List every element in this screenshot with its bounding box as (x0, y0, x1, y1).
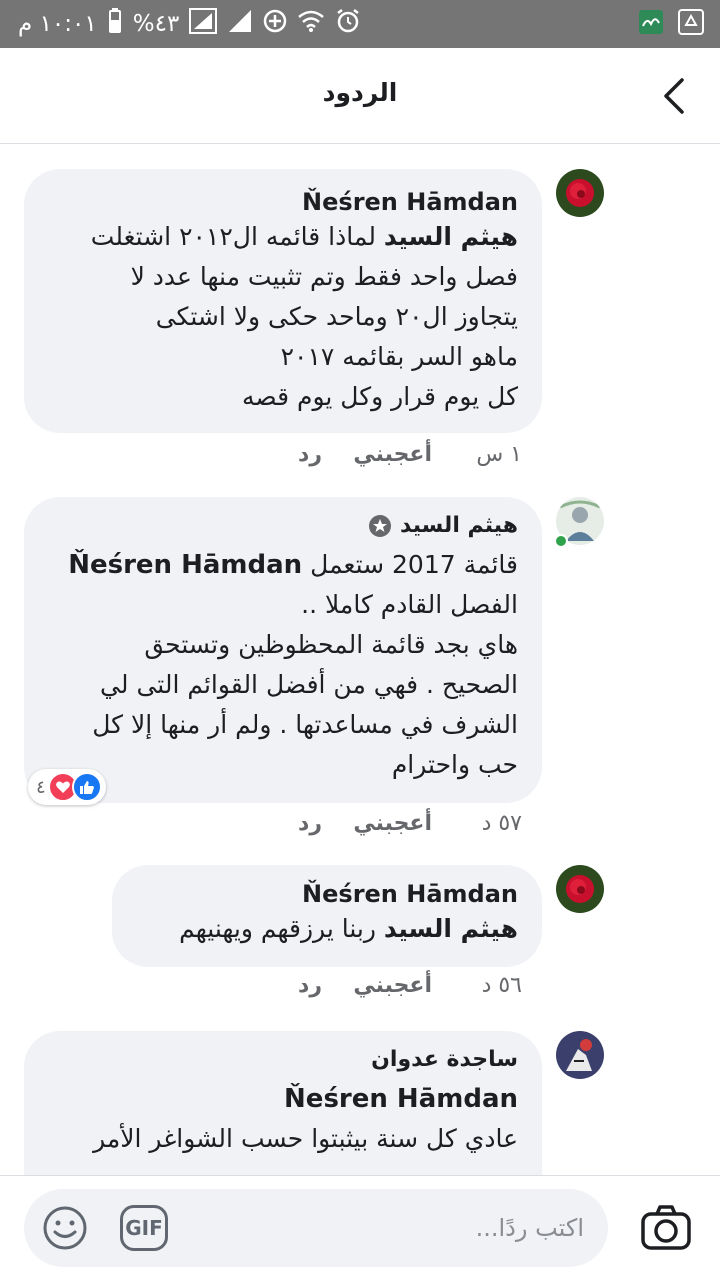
comment-text: هيثم السيد ربنا يرزقهم ويهنيهم (179, 914, 518, 943)
gif-label: GIF (125, 1216, 163, 1240)
status-bar-left: ١٠:٠١ م %٤٣ (18, 0, 361, 48)
smiley-icon (43, 1206, 87, 1250)
avatar[interactable] (556, 865, 604, 913)
mention-link[interactable]: هيثم السيد (384, 914, 518, 943)
page-title: الردود (322, 78, 398, 107)
like-button[interactable]: أعجبني (322, 811, 432, 836)
comment-bubble[interactable]: Ňeśren Hāmdan هيثم السيد لماذا قائمه ال٢… (24, 169, 542, 433)
camera-button[interactable] (640, 1202, 692, 1254)
comment-actions: ٥٧ د أعجبني رد (262, 811, 522, 836)
chevron-left-icon (664, 78, 684, 114)
battery-percent: %٤٣ (132, 11, 180, 37)
reactions-summary[interactable]: ٤ (28, 769, 106, 805)
comment-actions: ٥٦ د أعجبني رد (262, 973, 522, 998)
comment-text: قائمة 2017 ستعمل Ňeśren Hāmdan الفصل الق… (68, 550, 518, 779)
clock: ١٠:٠١ م (18, 11, 97, 37)
data-saver-icon (263, 9, 287, 39)
status-bar: ١٠:٠١ م %٤٣ (0, 0, 720, 48)
comment-author[interactable]: Ňeśren Hāmdan (136, 879, 518, 909)
like-reaction-icon (71, 772, 102, 802)
emoji-button[interactable] (42, 1205, 88, 1251)
avatar[interactable] (556, 1031, 604, 1079)
signal-icon (189, 8, 218, 40)
comment-author[interactable]: هيثم السيد (48, 511, 518, 541)
replies-list[interactable]: Ňeśren Hāmdan هيثم السيد لماذا قائمه ال٢… (0, 145, 720, 1175)
comment-time: ١ س (476, 442, 522, 467)
comment-item: ساجدة عدوان Ňeśren Hāmdan عادي كل سنة بي… (0, 1015, 720, 1175)
alarm-icon (335, 8, 361, 40)
admin-badge-icon (368, 515, 391, 537)
reply-composer: GIF (24, 1189, 608, 1267)
comment-bubble[interactable]: ساجدة عدوان Ňeśren Hāmdan عادي كل سنة بي… (24, 1031, 542, 1175)
battery-icon (107, 8, 123, 40)
back-button[interactable] (654, 74, 698, 118)
comment-bubble[interactable]: Ňeśren Hāmdan هيثم السيد ربنا يرزقهم ويه… (112, 865, 542, 967)
reply-composer-bar: GIF (0, 1175, 720, 1280)
comment-item: هيثم السيد قائمة 2017 ستعمل Ňeśren Hāmda… (0, 475, 720, 845)
status-bar-right (638, 0, 704, 48)
author-name: هيثم السيد (399, 513, 518, 538)
avatar[interactable] (556, 169, 604, 217)
like-button[interactable]: أعجبني (322, 442, 432, 467)
online-indicator (554, 534, 568, 548)
comment-bubble[interactable]: هيثم السيد قائمة 2017 ستعمل Ňeśren Hāmda… (24, 497, 542, 803)
signal-icon (227, 8, 253, 40)
camera-icon (641, 1205, 691, 1250)
comment-author[interactable]: ساجدة عدوان (48, 1045, 518, 1075)
comment-text: هيثم السيد لماذا قائمه ال٢٠١٢ اشتغلت فصل… (90, 222, 518, 411)
gif-button[interactable]: GIF (120, 1205, 168, 1251)
reaction-count: ٤ (36, 776, 46, 798)
comment-time: ٥٦ د (481, 973, 522, 998)
comment-item: Ňeśren Hāmdan هيثم السيد ربنا يرزقهم ويه… (0, 845, 720, 1015)
reply-button[interactable]: رد (262, 973, 322, 998)
like-button[interactable]: أعجبني (322, 973, 432, 998)
header: الردود (0, 48, 720, 144)
comment-actions: ١ س أعجبني رد (262, 442, 522, 467)
wifi-icon (297, 9, 325, 39)
rose-avatar-image (556, 169, 604, 217)
comment-text: Ňeśren Hāmdan عادي كل سنة بيثبتوا حسب ال… (93, 1084, 518, 1153)
calligraphy-app-icon (638, 9, 664, 39)
mention-link[interactable]: Ňeśren Hāmdan (68, 550, 302, 580)
reply-button[interactable]: رد (262, 811, 322, 836)
mention-link[interactable]: Ňeśren Hāmdan (284, 1084, 518, 1114)
comment-item: Ňeśren Hāmdan هيثم السيد لماذا قائمه ال٢… (0, 145, 720, 475)
reply-input[interactable] (224, 1189, 584, 1267)
recycle-icon (678, 9, 704, 39)
comment-author[interactable]: Ňeśren Hāmdan (48, 187, 518, 217)
rose-avatar-image (556, 865, 604, 913)
reply-button[interactable]: رد (262, 442, 322, 467)
mention-link[interactable]: هيثم السيد (384, 222, 518, 251)
horse-avatar-image (556, 1031, 604, 1079)
comment-time: ٥٧ د (481, 811, 522, 836)
